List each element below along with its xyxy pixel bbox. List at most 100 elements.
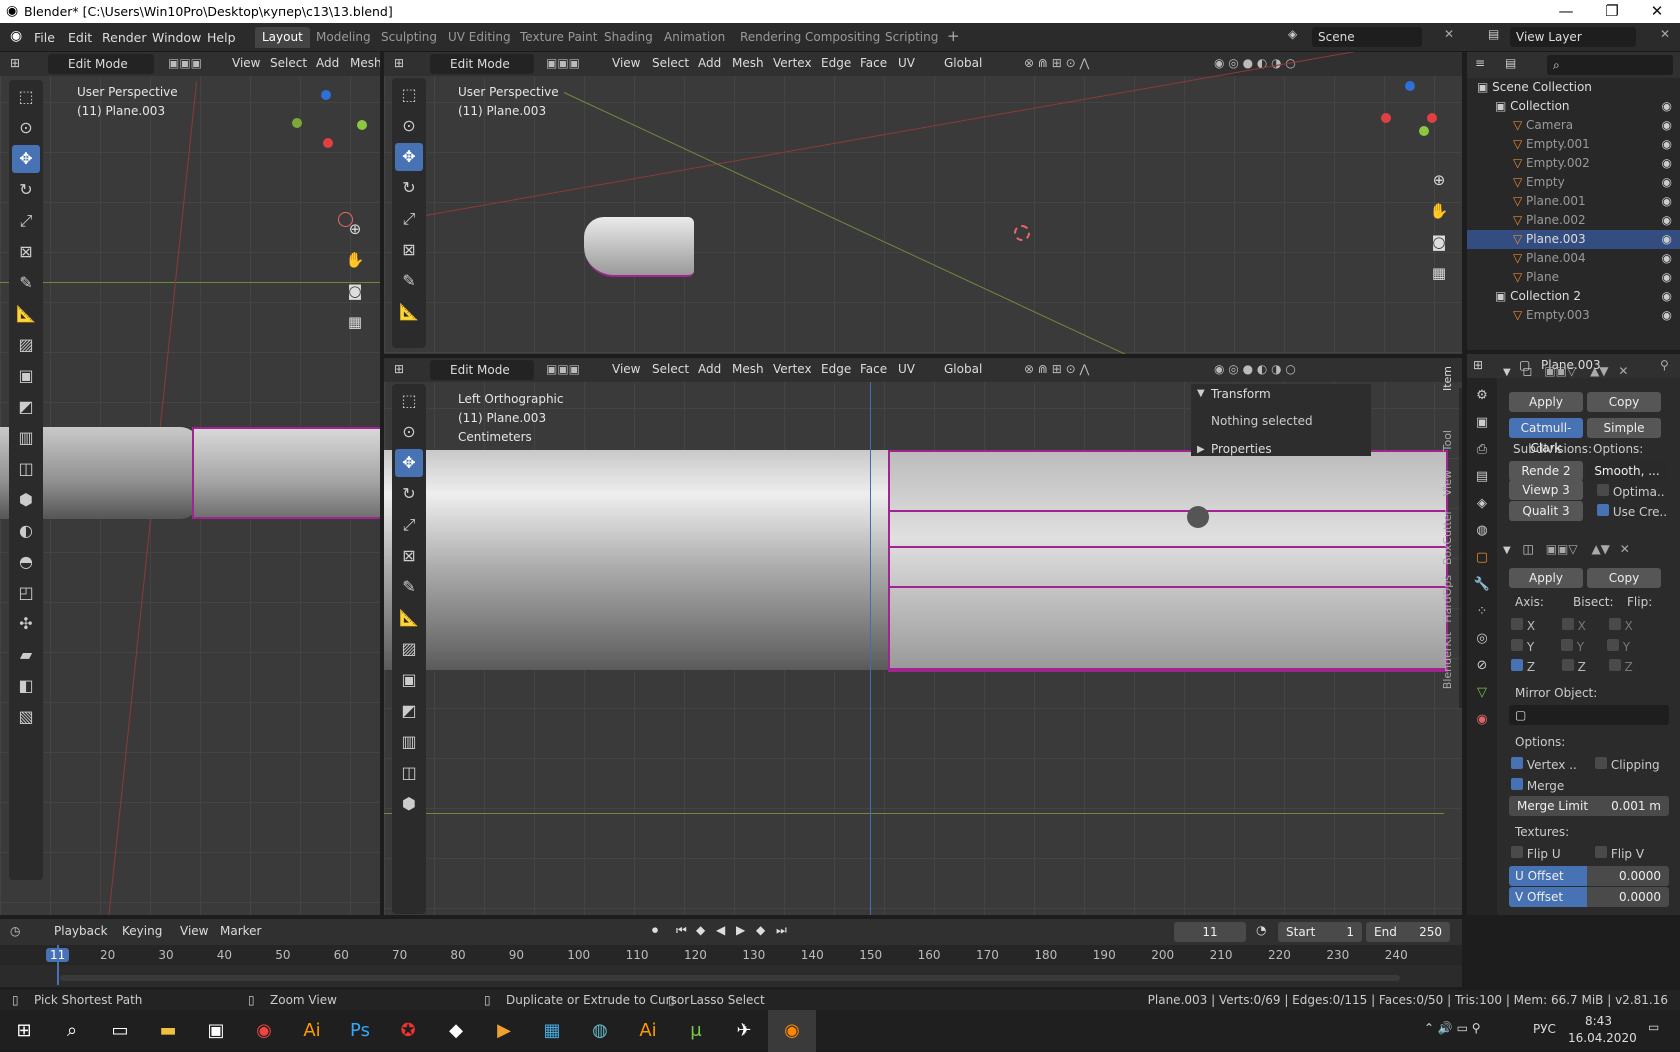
torrent-icon[interactable]: μ xyxy=(672,1010,720,1052)
tab-boxcutter[interactable]: BoxCutter xyxy=(1441,510,1454,565)
visibility-eye-icon[interactable]: ◉ xyxy=(1662,211,1672,230)
tab-item[interactable]: Item xyxy=(1441,366,1454,391)
gizmo-y-dot[interactable] xyxy=(1419,126,1429,136)
scale-icon[interactable]: ⤢ xyxy=(395,511,423,539)
smooth-select[interactable]: Smooth, ... xyxy=(1587,461,1667,481)
left-menu-mesh[interactable]: Mesh xyxy=(350,56,380,70)
scale-icon[interactable]: ⤢ xyxy=(395,205,423,233)
shear-icon[interactable]: ▰ xyxy=(12,641,40,669)
tab-sculpting[interactable]: Sculpting xyxy=(374,27,444,48)
editor-type-icon[interactable]: ⊞ xyxy=(394,362,404,376)
visibility-eye-icon[interactable]: ◉ xyxy=(1662,173,1672,192)
optimal-checkbox[interactable]: Optima.. xyxy=(1597,484,1665,499)
tab-rendering[interactable]: Rendering xyxy=(733,27,808,48)
flip-y-checkbox[interactable] xyxy=(1606,638,1619,651)
minimize-button[interactable]: — xyxy=(1543,0,1589,23)
properties-header[interactable]: Properties xyxy=(1211,442,1272,456)
measure-icon[interactable]: 📐 xyxy=(395,298,423,326)
annotate-icon[interactable]: ✎ xyxy=(395,573,423,601)
physics-tab-icon[interactable]: ◎ xyxy=(1467,625,1497,652)
close-button[interactable]: ✕ xyxy=(1634,0,1680,23)
material-tab-icon[interactable]: ◉ xyxy=(1467,706,1497,733)
gizmo-x-dot[interactable] xyxy=(1427,113,1437,123)
modifier-toggle-icons[interactable]: ▣▣▽ xyxy=(1546,542,1578,556)
transform-icon[interactable]: ⊠ xyxy=(395,542,423,570)
bottom-viewport[interactable]: ⊞ Edit Mode ▣▣▣ View Select Add Mesh Ver… xyxy=(384,358,1462,915)
tab-modeling[interactable]: Modeling xyxy=(309,27,378,48)
gizmo-y-dot[interactable] xyxy=(292,118,302,128)
catmull-clark-button[interactable]: Catmull-Clark xyxy=(1509,418,1583,455)
end-frame-field[interactable]: End 250 xyxy=(1366,922,1450,942)
editor-type-icon[interactable]: ⊞ xyxy=(394,56,404,70)
store-icon[interactable]: ▣ xyxy=(192,1010,240,1052)
camera-icon[interactable]: ◙ xyxy=(342,278,368,304)
menu-playback[interactable]: Playback xyxy=(54,924,108,938)
task-view-icon[interactable]: ▭ xyxy=(96,1010,144,1052)
world-tab-icon[interactable]: ◍ xyxy=(1467,517,1497,544)
mirror-apply-button[interactable]: Apply xyxy=(1509,568,1583,588)
u-offset-field[interactable]: U Offset 0.0000 xyxy=(1509,866,1669,886)
timeline-scrollbar[interactable] xyxy=(60,975,1400,981)
select-box-icon[interactable]: ⬚ xyxy=(395,81,423,109)
menu-add[interactable]: Add xyxy=(698,362,721,376)
start-icon[interactable]: ⊞ xyxy=(0,1010,48,1052)
outliner-row[interactable]: ▽ Empty.002 ◉ xyxy=(1467,154,1680,173)
tab-animation[interactable]: Animation xyxy=(657,27,732,48)
blender-menu-icon[interactable]: ◉ xyxy=(10,28,22,44)
zoom-icon[interactable]: ⊕ xyxy=(342,216,368,242)
vertex-groups-checkbox[interactable]: Vertex .. xyxy=(1511,757,1577,772)
bevel-icon[interactable]: ◩ xyxy=(395,697,423,725)
measure-icon[interactable]: 📐 xyxy=(12,300,40,328)
select-mode-icons[interactable]: ▣▣▣ xyxy=(168,56,202,70)
shrink-icon[interactable]: ✣ xyxy=(12,610,40,638)
jump-end-icon[interactable]: ⏭ xyxy=(776,923,787,938)
collapse-icon[interactable]: ▼ xyxy=(1197,388,1205,399)
gizmo-x-dot[interactable] xyxy=(323,138,333,148)
search-icon[interactable]: ⌕ xyxy=(48,1010,96,1052)
menu-vertex[interactable]: Vertex xyxy=(773,56,812,70)
remove-modifier-icon[interactable]: ✕ xyxy=(1620,542,1630,556)
flip-x-checkbox[interactable] xyxy=(1608,618,1621,630)
view-layer-close-icon[interactable]: ✕ xyxy=(1660,27,1670,41)
collapse-icon[interactable]: ▼ xyxy=(1503,367,1511,378)
language-indicator[interactable]: РУС xyxy=(1533,1022,1556,1036)
tab-view[interactable]: View xyxy=(1441,470,1454,496)
illustrator-icon[interactable]: Ai xyxy=(288,1010,336,1052)
flip-u-checkbox[interactable]: Flip U xyxy=(1511,846,1561,861)
timeline-ruler[interactable]: 1120304050607080901001101201301401501601… xyxy=(0,945,1462,965)
render-levels-field[interactable]: Rende 2 xyxy=(1509,461,1583,481)
chrome-icon[interactable]: ◉ xyxy=(240,1010,288,1052)
maximize-button[interactable]: ❐ xyxy=(1589,0,1635,23)
tab-hardops[interactable]: HardOps xyxy=(1441,575,1454,623)
tab-texture-paint[interactable]: Texture Paint xyxy=(513,27,604,48)
visibility-eye-icon[interactable]: ◉ xyxy=(1662,306,1672,325)
copy-button[interactable]: Copy xyxy=(1587,392,1661,412)
loop-cut-icon[interactable]: ▥ xyxy=(395,728,423,756)
menu-view[interactable]: View xyxy=(180,924,208,938)
left-menu-view[interactable]: View xyxy=(232,56,260,70)
outliner-row[interactable]: ▽ Plane.004 ◉ xyxy=(1467,249,1680,268)
scene-icon[interactable]: ◈ xyxy=(1288,27,1297,41)
menu-uv[interactable]: UV xyxy=(898,56,915,70)
transform-icon[interactable]: ⊠ xyxy=(12,238,40,266)
simple-button[interactable]: Simple xyxy=(1587,418,1661,438)
play-icon[interactable]: ▶ xyxy=(736,923,745,937)
move-icon[interactable]: ✥ xyxy=(12,145,40,173)
quality-field[interactable]: Qualit 3 xyxy=(1509,501,1583,521)
menu-view[interactable]: View xyxy=(612,56,640,70)
clipping-checkbox[interactable]: Clipping xyxy=(1595,757,1660,772)
menu-vertex[interactable]: Vertex xyxy=(773,362,812,376)
gizmo-y-neg-dot[interactable] xyxy=(357,120,367,130)
menu-select[interactable]: Select xyxy=(652,56,689,70)
merge-checkbox[interactable]: Merge xyxy=(1511,778,1564,793)
flip-v-checkbox[interactable]: Flip V xyxy=(1595,846,1644,861)
scene-tab-icon[interactable]: ◈ xyxy=(1467,490,1497,517)
collapse-icon[interactable]: ▼ xyxy=(1503,545,1511,556)
extrude-icon[interactable]: ▨ xyxy=(12,331,40,359)
left-menu-add[interactable]: Add xyxy=(316,56,339,70)
tab-tool[interactable]: Tool xyxy=(1441,430,1454,451)
outliner-search-input[interactable]: ⌕ xyxy=(1547,55,1673,75)
rotate-icon[interactable]: ↻ xyxy=(395,480,423,508)
menu-help[interactable]: Help xyxy=(207,30,236,45)
pan-hand-icon[interactable]: ✋ xyxy=(342,247,368,273)
